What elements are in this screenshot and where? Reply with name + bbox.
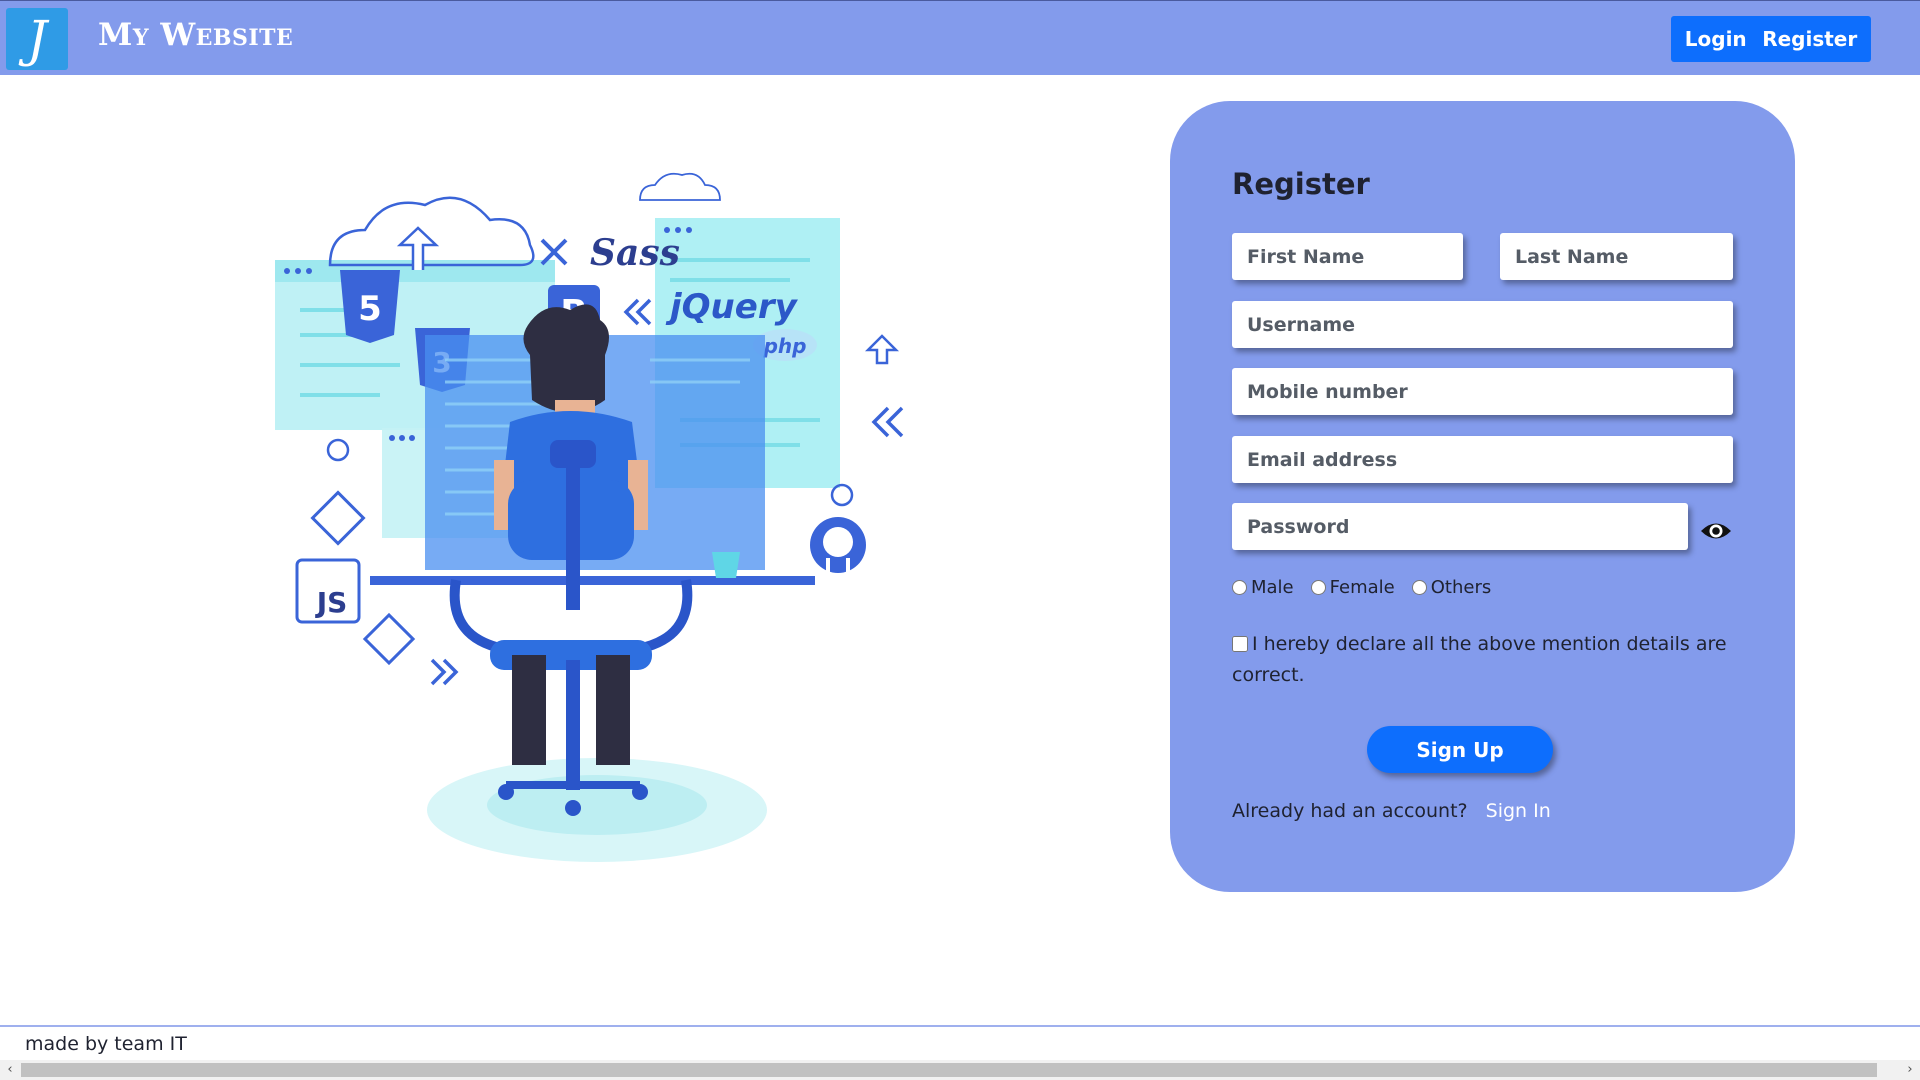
- github-icon: [810, 517, 866, 573]
- declaration-checkbox[interactable]: [1232, 636, 1248, 652]
- register-link[interactable]: Register: [1762, 27, 1857, 51]
- cloud-upload-icon: [328, 196, 535, 267]
- email-input[interactable]: [1232, 436, 1733, 483]
- site-title[interactable]: My Website: [98, 17, 293, 53]
- sign-up-button[interactable]: Sign Up: [1367, 726, 1553, 773]
- eye-icon[interactable]: [1699, 516, 1733, 546]
- chevrons-right-icon: [430, 658, 459, 686]
- horizontal-scrollbar[interactable]: ‹ ›: [0, 1060, 1920, 1080]
- developer-illustration: 5 3 B Sass jQuery php JS: [275, 172, 904, 862]
- site-footer: made by team IT: [0, 1025, 1920, 1060]
- gender-radio-others[interactable]: [1411, 580, 1427, 595]
- gender-option-female[interactable]: Female: [1310, 577, 1395, 598]
- username-input[interactable]: [1232, 301, 1733, 348]
- password-input[interactable]: [1232, 503, 1688, 550]
- scroll-left-arrow-icon[interactable]: ‹: [0, 1060, 20, 1080]
- last-name-input[interactable]: [1500, 233, 1733, 280]
- chevrons-left-icon: [871, 406, 904, 438]
- scrollbar-thumb[interactable]: [21, 1063, 1877, 1077]
- gender-options: Male Female Others: [1232, 577, 1508, 598]
- auth-nav: Login Register: [1671, 16, 1871, 62]
- js-icon: JS: [295, 558, 361, 624]
- svg-text:php: php: [763, 334, 807, 358]
- scroll-right-arrow-icon[interactable]: ›: [1900, 1060, 1920, 1080]
- gender-label-others: Others: [1430, 577, 1492, 598]
- svg-text:JS: JS: [315, 586, 348, 619]
- register-card: Register Male Female Others I hereby dec…: [1170, 101, 1795, 892]
- svg-text:5: 5: [358, 289, 382, 329]
- mobile-input[interactable]: [1232, 368, 1733, 415]
- sign-in-link[interactable]: Sign In: [1486, 800, 1551, 822]
- register-heading: Register: [1232, 167, 1370, 201]
- jquery-logo: jQuery: [665, 287, 799, 327]
- sass-logo: Sass: [590, 232, 680, 274]
- gender-label-male: Male: [1251, 577, 1294, 598]
- arrow-up-icon: [864, 334, 900, 365]
- declaration: I hereby declare all the above mention d…: [1232, 629, 1732, 691]
- gender-radio-male[interactable]: [1232, 580, 1247, 595]
- site-header: J My Website Login Register: [0, 0, 1920, 75]
- gender-option-male[interactable]: Male: [1232, 577, 1294, 598]
- declaration-text: I hereby declare all the above mention d…: [1232, 633, 1727, 686]
- account-prompt-text: Already had an account?: [1232, 800, 1468, 822]
- site-logo[interactable]: J: [6, 8, 68, 70]
- gender-label-female: Female: [1329, 577, 1395, 598]
- html5-icon: 5: [340, 270, 400, 343]
- signin-prompt: Already had an account? Sign In: [1232, 800, 1551, 822]
- diamond-shape: [310, 490, 366, 546]
- first-name-input[interactable]: [1232, 233, 1463, 280]
- gender-radio-female[interactable]: [1310, 580, 1326, 595]
- login-link[interactable]: Login: [1685, 27, 1747, 51]
- footer-credit: made by team IT: [25, 1033, 187, 1055]
- gender-option-others[interactable]: Others: [1411, 577, 1492, 598]
- desk: [370, 576, 815, 585]
